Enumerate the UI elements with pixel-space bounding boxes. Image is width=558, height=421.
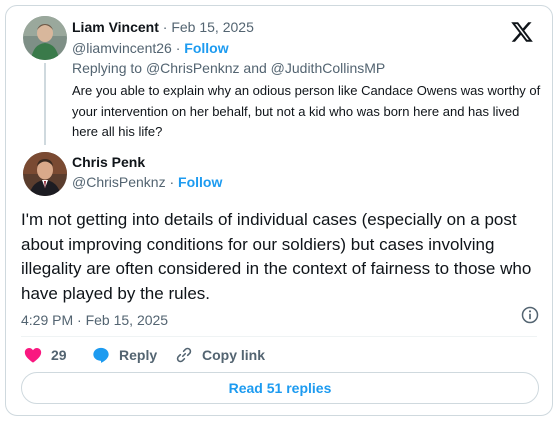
link-icon [176, 347, 192, 363]
copy-link-label: Copy link [202, 347, 266, 363]
like-count: 29 [51, 347, 67, 363]
reply-author-line: Liam Vincent · Feb 15, 2025 [72, 18, 254, 36]
replying-and: and [243, 60, 267, 76]
read-replies-button[interactable]: Read 51 replies [21, 372, 539, 404]
main-author-line: Chris Penk [72, 153, 145, 171]
replying-to-line: Replying to @ChrisPenknz and @JudithColl… [72, 59, 385, 77]
embedded-tweet-card: Liam Vincent · Feb 15, 2025 @liamvincent… [5, 5, 553, 416]
main-author-name[interactable]: Chris Penk [72, 154, 145, 170]
reply-author-name[interactable]: Liam Vincent [72, 19, 159, 35]
info-icon[interactable] [520, 305, 540, 325]
reply-date[interactable]: Feb 15, 2025 [171, 19, 254, 35]
reply-tweet-text: Are you able to explain why an odious pe… [72, 83, 541, 139]
main-tweet-text: I'm not getting into details of individu… [21, 210, 532, 303]
separator-dot: · [169, 174, 175, 190]
read-replies-label: Read 51 replies [228, 380, 332, 396]
separator-dot: · [162, 19, 168, 35]
replying-to-link[interactable]: @ChrisPenknz [146, 60, 240, 76]
reply-button[interactable]: Reply [91, 344, 157, 366]
like-button[interactable]: 29 [23, 344, 67, 366]
copy-link-button[interactable]: Copy link [174, 344, 265, 366]
reply-label: Reply [119, 347, 158, 363]
main-handle-line: @ChrisPenknz · Follow [72, 173, 222, 191]
heart-icon [24, 348, 42, 363]
main-author-handle[interactable]: @ChrisPenknz [72, 174, 166, 190]
replying-to-link[interactable]: @JudithCollinsMP [271, 60, 386, 76]
reply-handle-line: @liamvincent26 · Follow [72, 39, 229, 57]
follow-button[interactable]: Follow [184, 40, 228, 56]
tweet-timestamp[interactable]: 4:29 PM · Feb 15, 2025 [21, 311, 168, 329]
reply-author-handle[interactable]: @liamvincent26 [72, 40, 172, 56]
replying-prefix: Replying to [72, 60, 143, 76]
avatar-liam-vincent[interactable] [23, 16, 67, 60]
avatar-chris-penk[interactable] [23, 152, 67, 196]
follow-button[interactable]: Follow [178, 174, 222, 190]
separator-dot: · [175, 40, 181, 56]
thread-connector-line [44, 63, 46, 145]
reply-bubble-icon [93, 347, 109, 363]
x-logo-icon[interactable] [510, 20, 534, 44]
divider [21, 336, 537, 337]
